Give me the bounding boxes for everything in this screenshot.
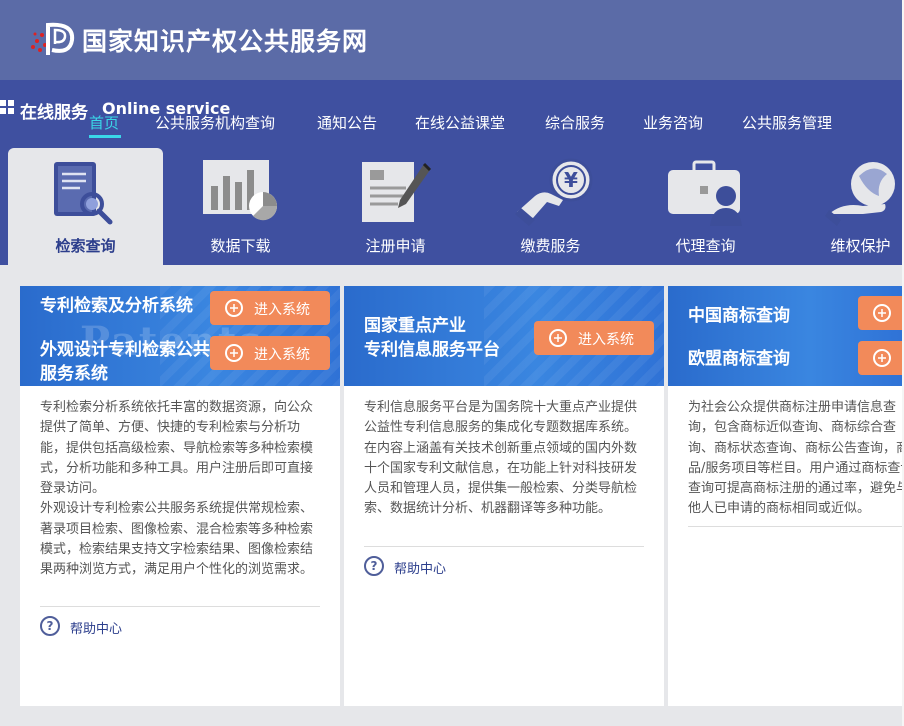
eu-trademark-title[interactable]: 欧盟商标查询 bbox=[688, 347, 790, 371]
question-icon: ? bbox=[364, 556, 384, 576]
nav-item-home[interactable]: 首页 bbox=[89, 112, 119, 133]
nav-item-consulting[interactable]: 业务咨询 bbox=[643, 112, 703, 133]
enter-system-label: 进入系统 bbox=[254, 347, 310, 363]
pointing-hand-icon bbox=[225, 344, 243, 362]
enter-system-button[interactable] bbox=[858, 341, 904, 375]
nav-active-underline bbox=[89, 135, 121, 138]
card-trademark: 中国商标查询 欧盟商标查询 为社会公众提供商标注册申请信息查询，包含商标近似查询… bbox=[668, 286, 904, 706]
card-description: 专利信息服务平台是为国务院十大重点产业提供公益性专利信息服务的集成化专题数据库系… bbox=[364, 400, 638, 517]
tab-data-download[interactable]: 数据下载 bbox=[163, 148, 318, 265]
cnipa-logo-icon[interactable] bbox=[28, 20, 78, 60]
pointing-hand-icon bbox=[549, 329, 567, 347]
chart-icon bbox=[203, 160, 278, 221]
nav-item-institution-query[interactable]: 公共服务机构查询 bbox=[155, 112, 275, 133]
card-divider bbox=[688, 526, 904, 527]
card-divider bbox=[40, 606, 320, 607]
tab-label: 检索查询 bbox=[55, 237, 116, 255]
enter-system-button[interactable]: 进入系统 bbox=[534, 321, 654, 355]
nav-item-notices[interactable]: 通知公告 bbox=[317, 112, 377, 133]
tab-registration[interactable]: 注册申请 bbox=[318, 148, 473, 265]
key-industry-title[interactable]: 国家重点产业 专利信息服务平台 bbox=[364, 314, 500, 362]
payment-hand-icon: ¥ bbox=[515, 158, 593, 226]
tab-rights-protection[interactable]: 维权保护 bbox=[783, 148, 904, 265]
enter-system-label: 进入系统 bbox=[578, 332, 634, 348]
design-patent-title[interactable]: 外观设计专利检索公共服务系统 bbox=[40, 338, 210, 386]
pointing-hand-icon bbox=[873, 304, 891, 322]
card-description: 专利检索分析系统依托丰富的数据资源，向公众提供了简单、方便、快捷的专利检索与分析… bbox=[40, 400, 314, 578]
tab-search-query[interactable]: 检索查询 bbox=[8, 148, 163, 265]
enter-system-button[interactable] bbox=[858, 296, 904, 330]
patent-search-title[interactable]: 专利检索及分析系统 bbox=[40, 294, 193, 318]
card-banner: Patents 专利检索及分析系统 外观设计专利检索公共服务系统 进入系统 进入… bbox=[20, 286, 340, 386]
search-document-icon bbox=[54, 162, 113, 225]
site-header: 国家知识产权公共服务网 bbox=[0, 0, 904, 80]
enter-system-button[interactable]: 进入系统 bbox=[210, 291, 330, 325]
help-center-label: 帮助中心 bbox=[70, 622, 123, 637]
pointing-hand-icon bbox=[225, 299, 243, 317]
grid-icon bbox=[0, 100, 14, 114]
briefcase-person-icon bbox=[668, 160, 742, 226]
tab-payment[interactable]: ¥ 缴费服务 bbox=[473, 148, 628, 265]
nav-item-service-management[interactable]: 公共服务管理 bbox=[742, 112, 832, 133]
shield-hand-icon bbox=[825, 162, 895, 226]
question-icon: ? bbox=[40, 616, 60, 636]
nav-item-general-service[interactable]: 综合服务 bbox=[545, 112, 605, 133]
china-trademark-title[interactable]: 中国商标查询 bbox=[688, 304, 790, 328]
card-divider bbox=[364, 546, 644, 547]
tab-label: 缴费服务 bbox=[520, 237, 581, 255]
card-banner: 国家重点产业 专利信息服务平台 进入系统 bbox=[344, 286, 664, 386]
nav-item-online-class[interactable]: 在线公益课堂 bbox=[415, 112, 505, 133]
form-pen-icon bbox=[362, 162, 432, 222]
help-center-label: 帮助中心 bbox=[394, 562, 447, 577]
site-title: 国家知识产权公共服务网 bbox=[82, 27, 369, 56]
tab-label: 代理查询 bbox=[675, 237, 736, 255]
pointing-hand-icon bbox=[873, 349, 891, 367]
section-title: 在线服务 bbox=[20, 103, 88, 123]
card-description: 为社会公众提供商标注册申请信息查询，包含商标近似查询、商标综合查询、商标状态查询… bbox=[688, 400, 904, 517]
card-key-industry: 国家重点产业 专利信息服务平台 进入系统 专利信息服务平台是为国务院十大重点产业… bbox=[344, 286, 664, 706]
card-banner: 中国商标查询 欧盟商标查询 bbox=[668, 286, 904, 386]
card-patent-search: Patents 专利检索及分析系统 外观设计专利检索公共服务系统 进入系统 进入… bbox=[20, 286, 340, 706]
svg-text:¥: ¥ bbox=[564, 168, 578, 192]
enter-system-label: 进入系统 bbox=[254, 302, 310, 318]
tab-agency-query[interactable]: 代理查询 bbox=[628, 148, 783, 265]
tab-label: 注册申请 bbox=[365, 237, 426, 255]
tab-label: 数据下载 bbox=[210, 237, 271, 255]
enter-system-button[interactable]: 进入系统 bbox=[210, 336, 330, 370]
tab-label: 维权保护 bbox=[830, 237, 891, 255]
